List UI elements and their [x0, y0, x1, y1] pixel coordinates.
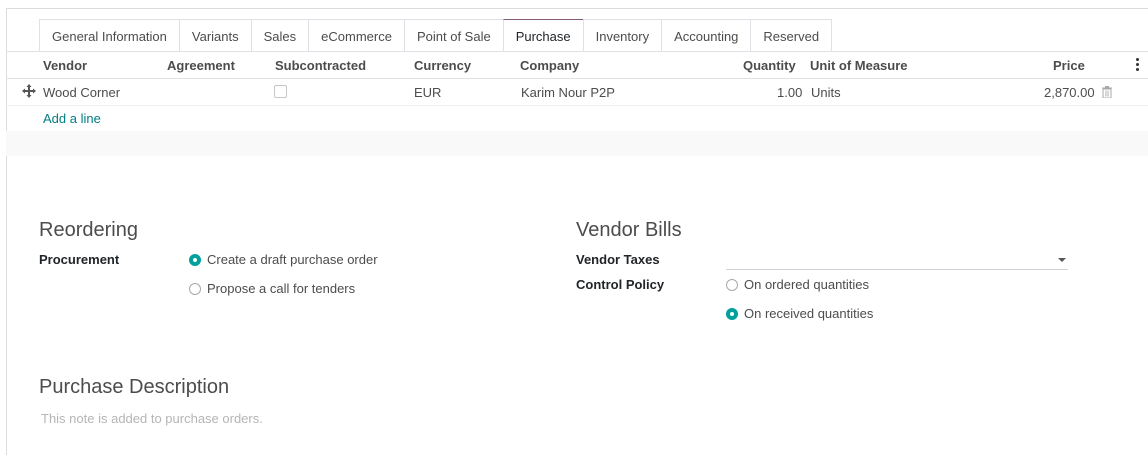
- notebook-tabs: General Information Variants Sales eComm…: [39, 19, 833, 52]
- cell-currency[interactable]: EUR: [414, 80, 441, 105]
- cell-unit-of-measure[interactable]: Units: [811, 80, 841, 105]
- vendor-taxes-label: Vendor Taxes: [576, 252, 660, 267]
- table-footer: [6, 131, 1148, 156]
- tab-point-of-sale[interactable]: Point of Sale: [403, 19, 504, 52]
- table-row[interactable]: Wood Corner EUR Karim Nour P2P 1.00 Unit…: [6, 80, 1148, 106]
- radio-on-received-quantities[interactable]: On received quantities: [726, 306, 873, 321]
- drag-handle-icon[interactable]: [22, 84, 38, 100]
- tab-reserved[interactable]: Reserved: [750, 19, 833, 52]
- radio-on-ordered-quantities[interactable]: On ordered quantities: [726, 277, 869, 292]
- radio-selected-icon[interactable]: [189, 253, 201, 266]
- chevron-down-icon[interactable]: [1058, 258, 1066, 262]
- tab-ecommerce[interactable]: eCommerce: [308, 19, 405, 52]
- column-header-quantity[interactable]: Quantity: [743, 52, 796, 79]
- optional-columns-icon[interactable]: [1135, 58, 1141, 73]
- purchase-description-input[interactable]: This note is added to purchase orders.: [41, 411, 263, 426]
- column-header-agreement[interactable]: Agreement: [167, 52, 235, 79]
- cell-quantity[interactable]: 1.00: [777, 80, 802, 105]
- procurement-label: Procurement: [39, 252, 120, 267]
- column-header-price[interactable]: Price: [1053, 52, 1085, 79]
- vendor-bills-title: Vendor Bills: [576, 219, 682, 241]
- column-header-vendor[interactable]: Vendor: [43, 52, 87, 79]
- radio-label: Create a draft purchase order: [207, 252, 378, 267]
- purchase-description-title: Purchase Description: [39, 376, 230, 398]
- radio-create-draft-po[interactable]: Create a draft purchase order: [189, 252, 378, 267]
- column-header-company[interactable]: Company: [520, 52, 579, 79]
- reordering-title: Reordering: [39, 219, 138, 241]
- vendor-table-header: Vendor Agreement Subcontracted Currency …: [6, 52, 1148, 79]
- radio-unselected-icon[interactable]: [189, 282, 201, 295]
- cell-company[interactable]: Karim Nour P2P: [521, 80, 615, 105]
- cell-vendor[interactable]: Wood Corner: [43, 80, 120, 105]
- tab-general-information[interactable]: General Information: [39, 19, 180, 52]
- tab-variants[interactable]: Variants: [178, 19, 252, 52]
- radio-unselected-icon[interactable]: [726, 278, 738, 291]
- radio-label: On ordered quantities: [744, 277, 870, 292]
- vendor-taxes-select[interactable]: [726, 250, 1068, 270]
- trash-icon[interactable]: [1102, 86, 1112, 101]
- subcontracted-checkbox[interactable]: [274, 85, 287, 98]
- tab-accounting[interactable]: Accounting: [661, 19, 752, 52]
- cell-price[interactable]: 2,870.00: [1044, 80, 1095, 105]
- tab-sales[interactable]: Sales: [250, 19, 310, 52]
- control-policy-label: Control Policy: [576, 277, 665, 292]
- radio-propose-call-for-tenders[interactable]: Propose a call for tenders: [189, 281, 355, 296]
- add-a-line-link[interactable]: Add a line: [43, 111, 101, 126]
- radio-label: On received quantities: [744, 306, 874, 321]
- column-header-subcontracted[interactable]: Subcontracted: [275, 52, 366, 79]
- column-header-currency[interactable]: Currency: [414, 52, 471, 79]
- column-header-unit-of-measure[interactable]: Unit of Measure: [810, 52, 908, 79]
- radio-label: Propose a call for tenders: [207, 281, 356, 296]
- tab-purchase[interactable]: Purchase: [502, 19, 584, 52]
- radio-selected-icon[interactable]: [726, 307, 738, 320]
- tab-inventory[interactable]: Inventory: [582, 19, 663, 52]
